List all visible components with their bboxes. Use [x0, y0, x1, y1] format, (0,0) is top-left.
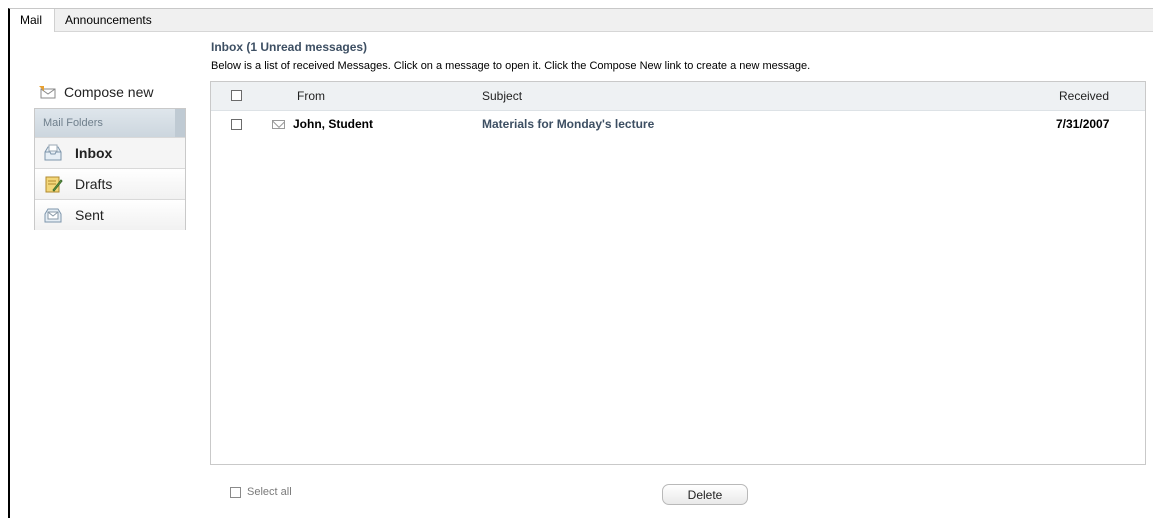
page-description: Below is a list of received Messages. Cl…: [211, 60, 811, 72]
sidebar-item-drafts[interactable]: Drafts: [35, 168, 185, 199]
sidebar-item-inbox-label: Inbox: [75, 145, 113, 161]
delete-button[interactable]: Delete: [662, 484, 748, 505]
message-from: John, Student: [293, 117, 373, 131]
envelope-icon: [272, 120, 285, 129]
sidebar-item-sent[interactable]: Sent: [35, 199, 185, 230]
message-subject[interactable]: Materials for Monday's lecture: [482, 117, 654, 131]
inbox-icon: [43, 144, 63, 162]
compose-new-label: Compose new: [64, 84, 154, 100]
message-checkbox[interactable]: [231, 119, 242, 130]
select-all-control[interactable]: Select all: [230, 486, 292, 498]
sidebar-item-sent-label: Sent: [75, 207, 104, 223]
sent-icon: [43, 206, 63, 224]
drafts-icon: [43, 175, 63, 193]
message-received: 7/31/2007: [1056, 117, 1110, 131]
column-received[interactable]: Received: [1059, 89, 1109, 103]
tab-bar: Mail Announcements: [10, 9, 1153, 32]
mail-folders-header: Mail Folders: [35, 109, 185, 137]
column-from[interactable]: From: [297, 89, 325, 103]
table-row[interactable]: John, Student Materials for Monday's lec…: [211, 111, 1145, 137]
select-all-label: Select all: [247, 486, 292, 498]
compose-new-link[interactable]: Compose new: [38, 82, 154, 102]
mail-folders-panel: Mail Folders Inbox Drafts Sent: [34, 108, 186, 230]
select-all-checkbox[interactable]: [230, 486, 241, 498]
tab-mail[interactable]: Mail: [10, 9, 55, 32]
message-list-header: From Subject Received: [211, 82, 1145, 111]
column-subject[interactable]: Subject: [482, 89, 522, 103]
page-title: Inbox (1 Unread messages): [211, 40, 368, 54]
sidebar-item-drafts-label: Drafts: [75, 176, 113, 192]
sidebar-item-inbox[interactable]: Inbox: [35, 137, 185, 168]
tab-announcements[interactable]: Announcements: [55, 9, 180, 31]
message-list: From Subject Received John, Student Mate…: [210, 81, 1146, 465]
select-all-header-checkbox[interactable]: [231, 90, 242, 101]
compose-envelope-icon: [38, 85, 56, 99]
